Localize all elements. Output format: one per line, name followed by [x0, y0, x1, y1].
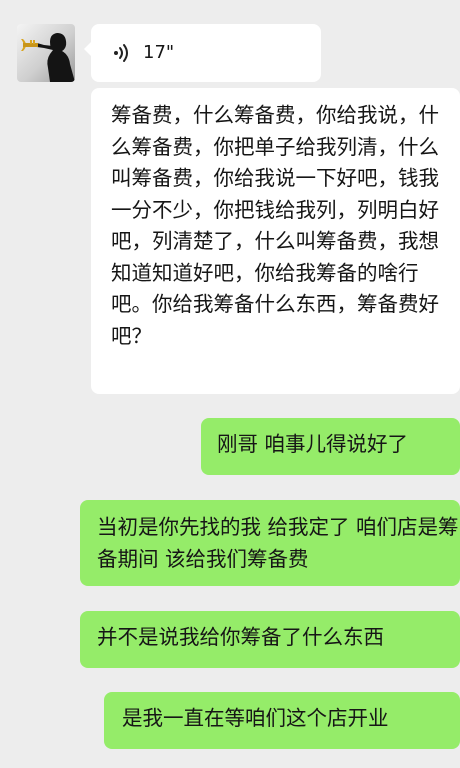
trumpet-player-icon — [21, 33, 75, 82]
voice-message-bubble[interactable]: 17" — [84, 24, 321, 82]
outgoing-message-3[interactable]: 并不是说我给你筹备了什么东西 — [80, 611, 460, 668]
outgoing-message-1[interactable]: 刚哥 咱事儿得说好了 — [201, 418, 460, 475]
outgoing-message-2[interactable]: 当初是你先找的我 给我定了 咱们店是筹备期间 该给我们筹备费 — [80, 500, 460, 586]
avatar[interactable] — [17, 24, 75, 82]
voice-wave-icon — [114, 44, 128, 62]
outgoing-message-4[interactable]: 是我一直在等咱们这个店开业 — [104, 692, 460, 749]
incoming-text-message[interactable]: 筹备费，什么筹备费，你给我说，什么筹备费，你把单子给我列清，什么叫筹备费，你给我… — [91, 88, 460, 394]
voice-duration: 17" — [143, 42, 175, 64]
